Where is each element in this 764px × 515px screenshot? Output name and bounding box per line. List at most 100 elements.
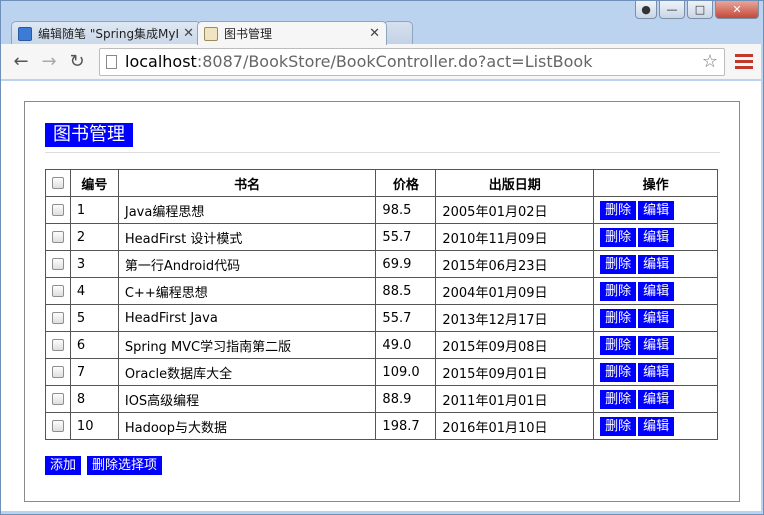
row-select-cell xyxy=(45,250,71,278)
address-bar[interactable]: localhost:8087/BookStore/BookController.… xyxy=(99,47,725,76)
row-checkbox[interactable] xyxy=(51,204,64,216)
row-select-cell xyxy=(45,223,71,251)
book-id: 2 xyxy=(69,223,119,251)
header-date: 出版日期 xyxy=(435,169,595,197)
table-header-row: 编号 书名 价格 出版日期 操作 xyxy=(45,169,718,197)
edit-button[interactable]: 编辑 xyxy=(638,416,675,436)
book-id: 4 xyxy=(69,277,119,305)
forward-arrow-icon[interactable]: → xyxy=(37,50,61,74)
edit-button[interactable]: 编辑 xyxy=(638,308,675,328)
book-name: 第一行Android代码 xyxy=(117,250,377,278)
header-name: 书名 xyxy=(117,169,377,197)
close-tab-icon[interactable]: ✕ xyxy=(369,26,380,41)
row-actions: 删除 编辑 xyxy=(593,223,718,251)
table-row: 2 HeadFirst 设计模式 55.7 2010年11月09日 删除 编辑 xyxy=(45,223,718,251)
delete-selected-button[interactable]: 删除选择项 xyxy=(87,456,163,475)
table-body: 1 Java编程思想 98.5 2005年01月02日 删除 编辑 2 HeadFirst 设… xyxy=(45,196,718,440)
book-id: 1 xyxy=(69,196,119,224)
edit-button[interactable]: 编辑 xyxy=(638,227,675,247)
row-actions: 删除 编辑 xyxy=(593,385,718,413)
bottom-actions: 添加 删除选择项 xyxy=(45,456,164,475)
book-name: IOS高级编程 xyxy=(117,385,377,413)
tab-blog-editor[interactable]: 编辑随笔 "Spring集成MyI ✕ xyxy=(11,21,201,45)
edit-button[interactable]: 编辑 xyxy=(638,281,675,301)
tab-book-management[interactable]: 图书管理 ✕ xyxy=(197,21,387,45)
row-select-cell xyxy=(45,412,71,440)
minimize-button[interactable]: — xyxy=(659,1,685,19)
row-actions: 删除 编辑 xyxy=(593,250,718,278)
blog-favicon-icon xyxy=(18,26,32,41)
add-button[interactable]: 添加 xyxy=(45,456,82,475)
table-row: 1 Java编程思想 98.5 2005年01月02日 删除 编辑 xyxy=(45,196,718,224)
row-select-cell xyxy=(45,385,71,413)
select-all-checkbox[interactable] xyxy=(51,177,64,189)
row-checkbox[interactable] xyxy=(51,420,64,432)
row-select-cell xyxy=(45,277,71,305)
row-checkbox[interactable] xyxy=(51,312,64,324)
book-id: 8 xyxy=(69,385,119,413)
edit-button[interactable]: 编辑 xyxy=(638,200,675,220)
row-checkbox[interactable] xyxy=(51,231,64,243)
book-name: Spring MVC学习指南第二版 xyxy=(117,331,377,359)
table-row: 4 C++编程思想 88.5 2004年01月09日 删除 编辑 xyxy=(45,277,718,305)
book-date: 2016年01月10日 xyxy=(435,412,595,440)
maximize-button[interactable]: □ xyxy=(687,1,713,19)
table-row: 6 Spring MVC学习指南第二版 49.0 2015年09月08日 删除 编辑 xyxy=(45,331,718,359)
edit-button[interactable]: 编辑 xyxy=(638,389,675,409)
book-date: 2005年01月02日 xyxy=(435,196,595,224)
new-tab-button[interactable] xyxy=(383,21,413,45)
menu-icon[interactable] xyxy=(735,54,753,69)
book-name: Oracle数据库大全 xyxy=(117,358,377,386)
row-checkbox[interactable] xyxy=(51,339,64,351)
divider xyxy=(45,152,720,153)
delete-button[interactable]: 删除 xyxy=(600,362,637,382)
delete-button[interactable]: 删除 xyxy=(600,200,637,220)
row-actions: 删除 编辑 xyxy=(593,196,718,224)
row-actions: 删除 编辑 xyxy=(593,358,718,386)
edit-button[interactable]: 编辑 xyxy=(638,335,675,355)
back-arrow-icon[interactable]: ← xyxy=(9,50,33,74)
select-all-cell xyxy=(45,169,71,197)
row-checkbox[interactable] xyxy=(51,393,64,405)
tab-title: 图书管理 xyxy=(224,27,273,41)
delete-button[interactable]: 删除 xyxy=(600,416,637,436)
table-row: 7 Oracle数据库大全 109.0 2015年09月01日 删除 编辑 xyxy=(45,358,718,386)
close-tab-icon[interactable]: ✕ xyxy=(183,26,194,41)
reload-icon[interactable]: ↻ xyxy=(65,50,89,74)
table-row: 8 IOS高级编程 88.9 2011年01月01日 删除 编辑 xyxy=(45,385,718,413)
book-price: 198.7 xyxy=(375,412,437,440)
delete-button[interactable]: 删除 xyxy=(600,254,637,274)
book-price: 55.7 xyxy=(375,223,437,251)
row-checkbox[interactable] xyxy=(51,366,64,378)
edit-button[interactable]: 编辑 xyxy=(638,254,675,274)
table-row: 3 第一行Android代码 69.9 2015年06月23日 删除 编辑 xyxy=(45,250,718,278)
close-window-button[interactable]: ✕ xyxy=(715,1,759,19)
row-select-cell xyxy=(45,196,71,224)
delete-button[interactable]: 删除 xyxy=(600,389,637,409)
book-id: 3 xyxy=(69,250,119,278)
edit-button[interactable]: 编辑 xyxy=(638,362,675,382)
book-name: Hadoop与大数据 xyxy=(117,412,377,440)
tab-strip: 编辑随笔 "Spring集成MyI ✕ 图书管理 ✕ xyxy=(11,21,413,45)
bookmark-star-icon[interactable]: ☆ xyxy=(702,51,718,72)
book-name: C++编程思想 xyxy=(117,277,377,305)
user-icon[interactable]: ● xyxy=(635,1,657,19)
delete-button[interactable]: 删除 xyxy=(600,281,637,301)
url-text: localhost:8087/BookStore/BookController.… xyxy=(125,52,592,71)
browser-toolbar: ← → ↻ localhost:8087/BookStore/BookContr… xyxy=(1,44,761,80)
book-id: 6 xyxy=(69,331,119,359)
row-checkbox[interactable] xyxy=(51,258,64,270)
delete-button[interactable]: 删除 xyxy=(600,308,637,328)
row-actions: 删除 编辑 xyxy=(593,412,718,440)
book-date: 2015年06月23日 xyxy=(435,250,595,278)
book-price: 88.9 xyxy=(375,385,437,413)
row-checkbox[interactable] xyxy=(51,285,64,297)
delete-button[interactable]: 删除 xyxy=(600,335,637,355)
page-title: 图书管理 xyxy=(45,123,133,147)
book-name: Java编程思想 xyxy=(117,196,377,224)
row-select-cell xyxy=(45,304,71,332)
book-date: 2011年01月01日 xyxy=(435,385,595,413)
delete-button[interactable]: 删除 xyxy=(600,227,637,247)
book-name: HeadFirst 设计模式 xyxy=(117,223,377,251)
book-price: 109.0 xyxy=(375,358,437,386)
